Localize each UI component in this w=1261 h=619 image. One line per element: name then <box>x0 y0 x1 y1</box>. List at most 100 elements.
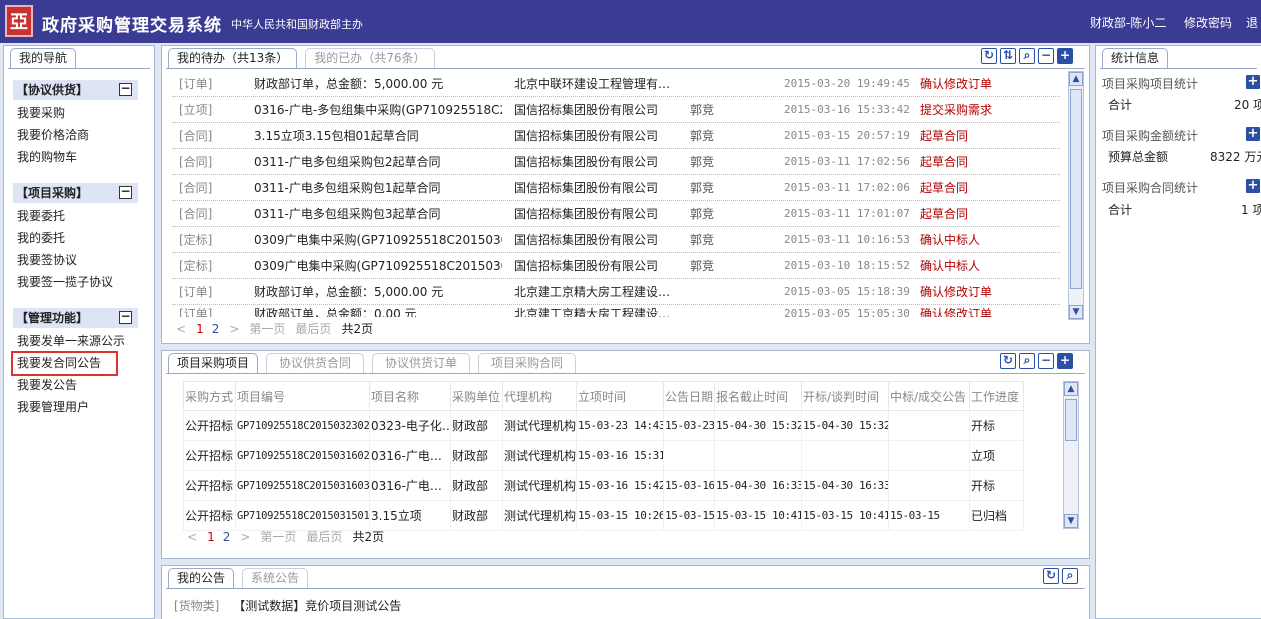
todo-title[interactable]: 财政部订单，总金额：5,000.00 元 <box>254 279 502 305</box>
minus-icon[interactable]: − <box>1038 48 1054 64</box>
nav-group-admin[interactable]: 【管理功能】 − <box>13 308 138 328</box>
todo-row[interactable]: [定标] 0309广电集中采购(GP710925518C2015030902… … <box>172 227 1060 253</box>
plus-icon[interactable]: + <box>1246 127 1260 141</box>
todo-title[interactable]: 3.15立项3.15包相01起草合同 <box>254 123 502 149</box>
cell-project-name-link[interactable]: 0316-广电… <box>369 470 451 501</box>
cell-progress-link[interactable]: 开标 <box>969 470 1024 501</box>
refresh-icon[interactable]: ↻ <box>1000 353 1016 369</box>
plus-icon[interactable]: + <box>1057 353 1073 369</box>
prev-page-button[interactable]: < <box>187 530 197 544</box>
next-page-button[interactable]: > <box>229 322 239 336</box>
collapse-icon[interactable]: − <box>119 310 132 324</box>
change-password-link[interactable]: 修改密码 <box>1184 14 1232 31</box>
refresh-icon[interactable]: ↻ <box>981 48 997 64</box>
tab-my-done[interactable]: 我的已办（共76条） <box>305 48 435 68</box>
todo-row[interactable]: [订单] 财政部订单，总金额：0.00 元 北京建工京精大房工程建设… 2015… <box>172 305 1060 317</box>
todo-title[interactable]: 0309广电集中采购(GP710925518C2015030902… <box>254 253 502 279</box>
todo-title[interactable]: 财政部订单，总金额：0.00 元 <box>254 305 502 317</box>
todo-row[interactable]: [订单] 财政部订单，总金额：5,000.00 元 北京中联环建设工程管理有… … <box>172 71 1060 97</box>
tab-agreement-order[interactable]: 协议供货订单 <box>372 353 471 373</box>
cell-project-name-link[interactable]: 3.15立项 <box>369 500 451 531</box>
col-header[interactable]: 工作进度 <box>969 381 1024 411</box>
table-row[interactable]: 公开招标 GP710925518C2015032302 0323-电子化… 财政… <box>183 410 1024 441</box>
page-1-link[interactable]: 1 <box>196 322 204 336</box>
todo-action[interactable]: 确认修改订单 <box>920 305 992 317</box>
scroll-thumb[interactable] <box>1065 399 1077 441</box>
cell-project-name-link[interactable]: 0316-广电… <box>369 440 451 471</box>
col-header[interactable]: 开标/谈判时间 <box>801 381 889 411</box>
todo-title[interactable]: 财政部订单，总金额：5,000.00 元 <box>254 71 502 97</box>
plus-icon[interactable]: + <box>1057 48 1073 64</box>
todo-action[interactable]: 起草合同 <box>920 123 968 149</box>
notice-item[interactable]: [货物类] 【测试数据】竞价项目测试公告 <box>174 597 401 614</box>
cell-progress-link[interactable]: 开标 <box>969 410 1024 441</box>
scroll-down-icon[interactable]: ▼ <box>1069 305 1083 319</box>
col-header[interactable]: 公告日期 <box>663 381 715 411</box>
todo-action[interactable]: 确认修改订单 <box>920 279 992 305</box>
nav-item-sign-bundle-agreement[interactable]: 我要签一揽子协议 <box>17 274 113 290</box>
todo-title[interactable]: 0309广电集中采购(GP710925518C2015030902… <box>254 227 502 253</box>
todo-row[interactable]: [订单] 财政部订单，总金额：5,000.00 元 北京建工京精大房工程建设… … <box>172 279 1060 305</box>
todo-row[interactable]: [合同] 0311-广电多包组采购包1起草合同 国信招标集团股份有限公司 郭竞 … <box>172 175 1060 201</box>
nav-item-single-source[interactable]: 我要发单一来源公示 <box>17 333 125 349</box>
sort-icon[interactable]: ⇅ <box>1000 48 1016 64</box>
page-1-link[interactable]: 1 <box>207 530 215 544</box>
logout-link[interactable]: 退 <box>1246 14 1258 31</box>
col-header[interactable]: 采购方式 <box>183 381 236 411</box>
project-scrollbar[interactable]: ▲ ▼ <box>1063 381 1079 529</box>
prev-page-button[interactable]: < <box>176 322 186 336</box>
search-icon[interactable]: ⌕ <box>1019 48 1035 64</box>
todo-row[interactable]: [合同] 3.15立项3.15包相01起草合同 国信招标集团股份有限公司 郭竞 … <box>172 123 1060 149</box>
next-page-button[interactable]: > <box>240 530 250 544</box>
first-page-button[interactable]: 第一页 <box>249 322 285 336</box>
plus-icon[interactable]: + <box>1246 75 1260 89</box>
table-row[interactable]: 公开招标 GP710925518C2015031501 3.15立项 财政部 测… <box>183 500 1024 531</box>
todo-action[interactable]: 确认中标人 <box>920 253 980 279</box>
collapse-icon[interactable]: − <box>119 82 132 96</box>
nav-item-entrust[interactable]: 我要委托 <box>17 208 65 224</box>
todo-row[interactable]: [合同] 0311-广电多包组采购包3起草合同 国信招标集团股份有限公司 郭竞 … <box>172 201 1060 227</box>
minus-icon[interactable]: − <box>1038 353 1054 369</box>
todo-row[interactable]: [合同] 0311-广电多包组采购包2起草合同 国信招标集团股份有限公司 郭竞 … <box>172 149 1060 175</box>
todo-scrollbar[interactable]: ▲ ▼ <box>1068 71 1084 320</box>
col-header[interactable]: 项目名称 <box>369 381 451 411</box>
tab-project-contract[interactable]: 项目采购合同 <box>478 353 577 373</box>
first-page-button[interactable]: 第一页 <box>260 530 296 544</box>
scroll-up-icon[interactable]: ▲ <box>1064 382 1078 396</box>
todo-action[interactable]: 起草合同 <box>920 175 968 201</box>
tab-my-notices[interactable]: 我的公告 <box>168 568 235 588</box>
todo-action[interactable]: 提交采购需求 <box>920 97 992 123</box>
nav-group-agreement[interactable]: 【协议供货】 − <box>13 80 138 100</box>
todo-action[interactable]: 起草合同 <box>920 149 968 175</box>
cell-progress-link[interactable]: 已归档 <box>969 500 1024 531</box>
plus-icon[interactable]: + <box>1246 179 1260 193</box>
refresh-icon[interactable]: ↻ <box>1043 568 1059 584</box>
search-icon[interactable]: ⌕ <box>1019 353 1035 369</box>
col-header[interactable]: 采购单位 <box>450 381 503 411</box>
nav-item-publish-notice[interactable]: 我要发公告 <box>17 377 77 393</box>
nav-item-my-entrust[interactable]: 我的委托 <box>17 230 65 246</box>
page-2-link[interactable]: 2 <box>212 322 220 336</box>
nav-item-purchase[interactable]: 我要采购 <box>17 105 65 121</box>
todo-title[interactable]: 0316-广电-多包组集中采购(GP710925518C20… <box>254 97 502 123</box>
scroll-down-icon[interactable]: ▼ <box>1064 514 1078 528</box>
cell-project-name-link[interactable]: 0323-电子化… <box>369 410 451 441</box>
scroll-thumb[interactable] <box>1070 89 1082 289</box>
table-row[interactable]: 公开招标 GP710925518C2015031602 0316-广电… 财政部… <box>183 440 1024 471</box>
col-header[interactable]: 立项时间 <box>576 381 664 411</box>
tab-agreement-contract[interactable]: 协议供货合同 <box>266 353 365 373</box>
page-2-link[interactable]: 2 <box>223 530 231 544</box>
tab-my-nav[interactable]: 我的导航 <box>10 48 77 68</box>
todo-action[interactable]: 确认修改订单 <box>920 71 992 97</box>
nav-item-cart[interactable]: 我的购物车 <box>17 149 77 165</box>
tab-my-todo[interactable]: 我的待办（共13条） <box>168 48 298 68</box>
last-page-button[interactable]: 最后页 <box>295 322 331 336</box>
nav-item-manage-users[interactable]: 我要管理用户 <box>17 399 89 415</box>
todo-title[interactable]: 0311-广电多包组采购包1起草合同 <box>254 175 502 201</box>
last-page-button[interactable]: 最后页 <box>306 530 342 544</box>
nav-item-price-negotiation[interactable]: 我要价格洽商 <box>17 127 89 143</box>
col-header[interactable]: 中标/成交公告 <box>888 381 970 411</box>
col-header[interactable]: 代理机构 <box>502 381 577 411</box>
tab-project-purchase[interactable]: 项目采购项目 <box>168 353 259 373</box>
col-header[interactable]: 报名截止时间 <box>714 381 802 411</box>
